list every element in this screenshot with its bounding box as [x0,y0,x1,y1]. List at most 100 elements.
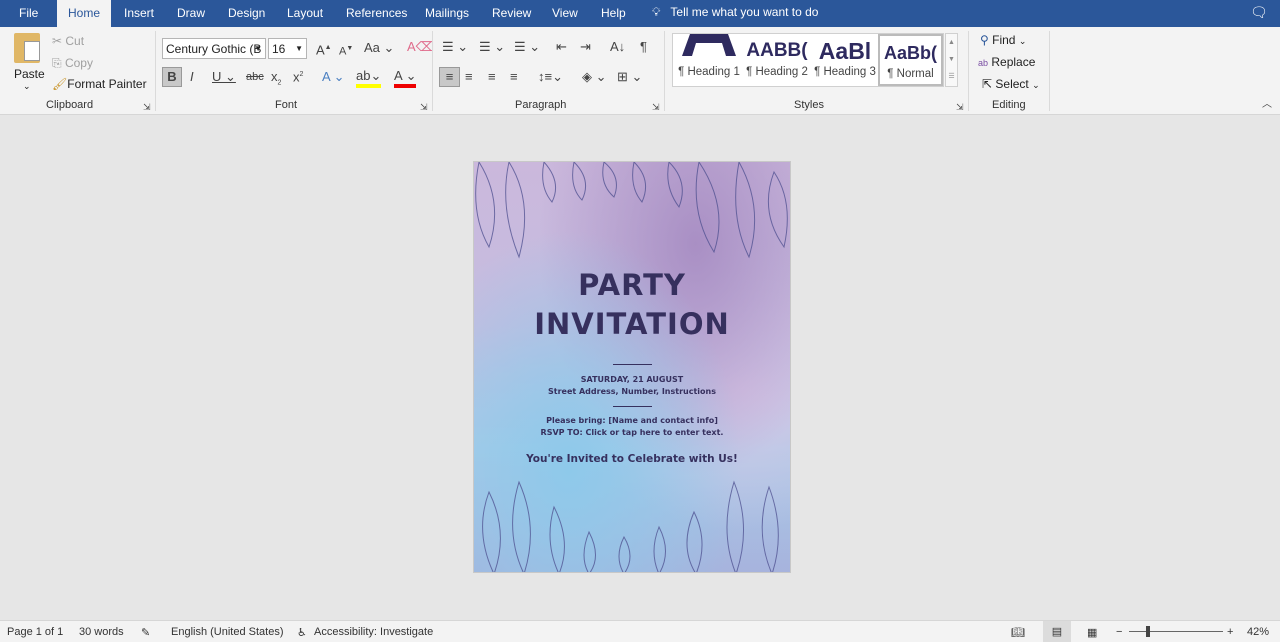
borders-icon[interactable]: ⊞ ⌄ [617,69,642,85]
zoom-in-button[interactable]: + [1227,626,1233,638]
underline-button[interactable]: U ⌄ [212,69,236,85]
search-icon: ⚲ [980,33,993,47]
font-color-icon[interactable]: A ⌄ [394,68,417,88]
tab-draw[interactable]: Draw [177,6,205,20]
tab-view[interactable]: View [552,6,578,20]
styles-group-label: Styles [794,99,824,111]
bullets-icon[interactable]: ☰ ⌄ [442,39,468,55]
align-right-button[interactable]: ≡ [488,69,496,85]
invite-line: You're Invited to Celebrate with Us! [526,453,738,465]
text-effects-icon[interactable]: A ⌄ [322,69,344,85]
rsvp-field[interactable]: RSVP TO: Click or tap here to enter text… [474,428,790,437]
subscript-button[interactable]: x2 [271,69,281,92]
strikethrough-button[interactable]: abc [246,69,264,85]
tab-layout[interactable]: Layout [287,6,323,20]
grow-font-icon[interactable]: A▲ [316,40,332,58]
tab-help[interactable]: Help [601,6,626,20]
format-painter-button[interactable]: 🖌︎Format Painter [52,77,147,91]
align-left-button[interactable]: ≡ [439,67,460,87]
leaves-decoration-icon [475,162,788,572]
find-button[interactable]: ⚲ Find ⌄ [980,33,1026,47]
zoom-level[interactable]: 42% [1247,626,1269,638]
language[interactable]: English (United States) [171,626,284,638]
styles-scroll[interactable]: ▲ ▼ ☰ [945,33,958,87]
multilevel-list-icon[interactable]: ☰ ⌄ [514,39,540,55]
line-spacing-icon[interactable]: ↕≡⌄ [538,69,563,85]
style-heading-2[interactable]: AABB(¶ Heading 2 [743,34,811,86]
paste-button[interactable]: Paste [14,67,45,81]
divider [664,31,665,111]
paragraph-group-label: Paragraph [515,99,567,111]
page-count[interactable]: Page 1 of 1 [7,626,63,638]
style-heading-1[interactable]: ¶ Heading 1 [675,34,743,86]
show-formatting-icon[interactable]: ¶ [640,39,647,55]
title-invitation: INVITATION [534,307,730,341]
change-case-button[interactable]: Aa ⌄ [364,40,394,56]
word-count[interactable]: 30 words [79,626,124,638]
replace-icon: ab [978,58,989,68]
tab-references[interactable]: References [346,6,407,20]
divider [1049,31,1050,111]
paintbrush-icon: 🖌︎ [52,77,68,91]
divider [155,31,156,111]
web-layout-icon[interactable]: ▦ [1087,626,1097,639]
superscript-button[interactable]: x2 [293,67,303,85]
document-page[interactable]: PARTY INVITATION SATURDAY, 21 AUGUST Str… [473,161,791,573]
shrink-font-icon[interactable]: A▼ [339,41,353,60]
tab-file[interactable]: File [19,6,38,20]
accessibility-status[interactable]: Accessibility: Investigate [314,626,433,638]
dialog-launcher-icon[interactable]: ⇲ [420,99,428,115]
zoom-slider[interactable] [1129,631,1223,632]
event-date: SATURDAY, 21 AUGUST [580,375,684,384]
heading-1-preview-icon [682,34,736,56]
justify-button[interactable]: ≡ [510,69,518,85]
sort-icon[interactable]: A↓ [610,39,625,55]
bold-button[interactable]: B [162,67,182,87]
print-layout-icon[interactable]: ▤ [1043,621,1071,642]
editing-group-label: Editing [992,99,1026,111]
copy-icon: ⎘ [52,56,65,70]
font-size-select[interactable]: 16 ▼ [268,38,307,59]
font-name-select[interactable]: Century Gothic (B ▼ [162,38,266,59]
ribbon: Paste ⌄ ✂ Cut ⎘ Copy 🖌︎Format Painter Cl… [0,27,1280,115]
event-address: Street Address, Number, Instructions [548,387,716,396]
divider [432,31,433,111]
copy-button[interactable]: ⎘ Copy [52,56,93,71]
tell-me-search[interactable]: 💡︎ Tell me what you want to do [652,5,818,20]
zoom-slider-thumb[interactable] [1146,626,1150,637]
proofing-icon[interactable]: ✎ [141,626,150,639]
tab-design[interactable]: Design [228,6,265,20]
ribbon-tabs: File Home Insert Draw Design Layout Refe… [0,0,1280,27]
shading-icon[interactable]: ◈ ⌄ [582,69,607,85]
read-mode-icon[interactable]: 📖︎ [1011,626,1025,639]
tab-mailings[interactable]: Mailings [425,6,469,20]
tab-review[interactable]: Review [492,6,531,20]
italic-button[interactable]: I [190,69,194,85]
collapse-ribbon-icon[interactable]: ︿ [1262,97,1272,113]
please-bring[interactable]: Please bring: [Name and contact info] [474,416,790,425]
highlight-color-icon[interactable]: ab⌄ [356,68,382,88]
style-normal[interactable]: AaBb(¶ Normal [878,34,943,86]
tab-home[interactable]: Home [57,0,112,27]
cursor-icon: ⇱ [982,77,996,91]
style-heading-3[interactable]: AaBl ¶ Heading 3 [811,34,879,86]
dialog-launcher-icon[interactable]: ⇲ [652,99,660,115]
increase-indent-icon[interactable]: ⇥ [580,39,591,55]
align-center-button[interactable]: ≡ [465,69,473,85]
dialog-launcher-icon[interactable]: ⇲ [956,99,964,115]
dialog-launcher-icon[interactable]: ⇲ [143,99,151,115]
clipboard-group-label: Clipboard [46,99,94,111]
replace-button[interactable]: ab Replace [978,55,1035,69]
tab-insert[interactable]: Insert [124,6,154,20]
cut-button[interactable]: ✂ Cut [52,34,84,48]
paste-icon[interactable] [14,33,40,63]
decrease-indent-icon[interactable]: ⇤ [556,39,567,55]
title-party: PARTY [578,268,686,302]
comments-icon[interactable]: 🗨︎ [1250,4,1268,21]
zoom-out-button[interactable]: − [1116,626,1122,638]
numbering-icon[interactable]: ☰ ⌄ [479,39,505,55]
paste-dropdown[interactable]: ⌄ [23,81,31,92]
clear-formatting-icon[interactable]: A⌫ [407,39,434,55]
select-button[interactable]: ⇱ Select ⌄ [982,77,1040,91]
lightbulb-icon: 💡︎ [652,5,661,19]
